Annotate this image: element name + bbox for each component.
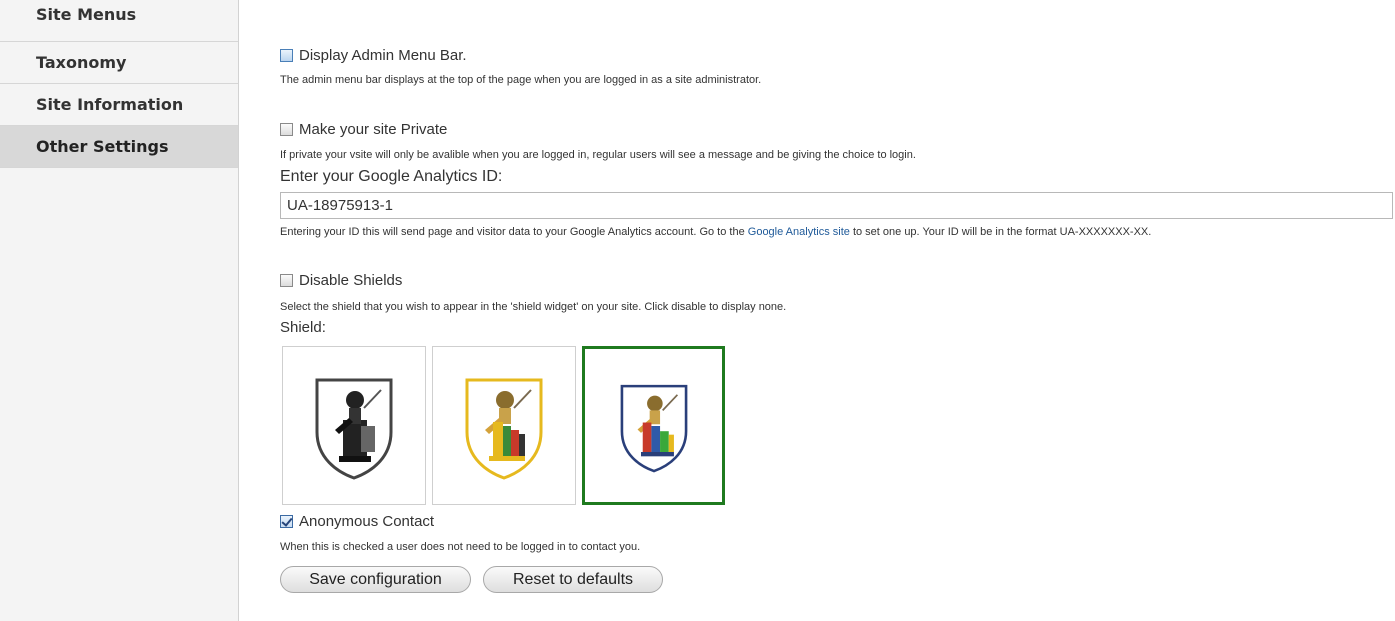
anonymous-contact-option: Anonymous Contact: [280, 513, 434, 530]
analytics-description: Entering your ID this will send page and…: [280, 226, 1151, 238]
shield-option-1[interactable]: [282, 346, 426, 505]
sidebar-item-site-menus[interactable]: Site Menus: [0, 0, 238, 42]
analytics-id-input[interactable]: [280, 192, 1393, 219]
shield-gold-icon: [465, 378, 543, 480]
disable-shields-option: Disable Shields: [280, 272, 402, 289]
reset-to-defaults-button[interactable]: Reset to defaults: [483, 566, 663, 593]
admin-menu-description: The admin menu bar displays at the top o…: [280, 74, 762, 86]
sidebar: Site Menus Taxonomy Site Information Oth…: [0, 0, 239, 621]
shields-description: Select the shield that you wish to appea…: [280, 301, 787, 313]
save-configuration-button[interactable]: Save configuration: [280, 566, 471, 593]
admin-menu-option: Display Admin Menu Bar.: [280, 47, 467, 64]
private-label: Make your site Private: [299, 121, 448, 138]
admin-menu-checkbox[interactable]: [280, 49, 293, 62]
shield-options: [282, 346, 725, 505]
google-analytics-link[interactable]: Google Analytics site: [748, 226, 850, 238]
private-description: If private your vsite will only be avali…: [280, 149, 916, 161]
shield-option-3[interactable]: [582, 346, 725, 505]
shield-blue-color-icon: [620, 384, 687, 472]
analytics-label: Enter your Google Analytics ID:: [280, 168, 503, 185]
shield-black-white-icon: [315, 378, 393, 480]
private-option: Make your site Private: [280, 121, 447, 138]
sidebar-item-site-information[interactable]: Site Information: [0, 84, 238, 126]
anonymous-contact-description: When this is checked a user does not nee…: [280, 541, 641, 553]
shield-option-2[interactable]: [432, 346, 576, 505]
anonymous-contact-label: Anonymous Contact: [299, 513, 435, 530]
private-checkbox[interactable]: [280, 123, 293, 136]
admin-menu-label: Display Admin Menu Bar.: [299, 47, 467, 64]
disable-shields-checkbox[interactable]: [280, 274, 293, 287]
anonymous-contact-checkbox[interactable]: [280, 515, 293, 528]
shield-label: Shield:: [280, 319, 326, 336]
analytics-description-format: to set one up. Your ID will be in the fo…: [849, 226, 1152, 238]
sidebar-item-taxonomy[interactable]: Taxonomy: [0, 42, 238, 84]
disable-shields-label: Disable Shields: [299, 272, 403, 289]
sidebar-item-other-settings[interactable]: Other Settings: [0, 126, 238, 168]
analytics-description-text: Entering your ID this will send page and…: [280, 226, 748, 238]
